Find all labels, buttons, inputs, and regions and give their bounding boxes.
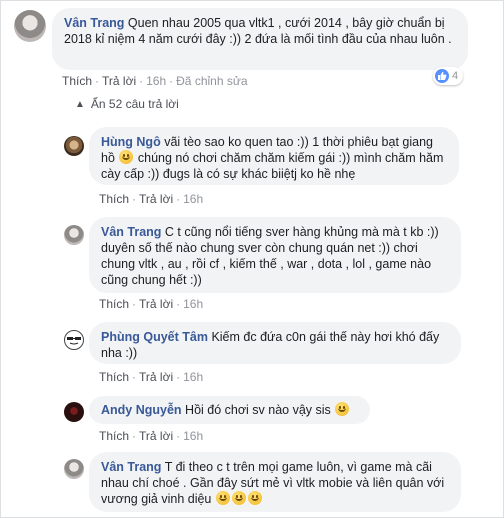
like-link[interactable]: Thích xyxy=(99,192,129,206)
reply-author[interactable]: Vân Trang xyxy=(101,225,161,239)
reply-bubble: Vân Trang C t cũng nổi tiếng sver hàng k… xyxy=(89,217,461,293)
smile-emoji-icon xyxy=(335,402,350,416)
reply-text-continued: chúng nó chơi chăm chăm kiếm gái :)) mìn… xyxy=(101,151,444,181)
reply-actions: Thích · Trả lời · 16h xyxy=(99,297,204,311)
avatar[interactable] xyxy=(64,225,84,245)
reply-bubble: Hùng Ngô vãi tèo sao ko quen tao :)) 1 t… xyxy=(89,127,459,185)
reaction-count[interactable]: 4 xyxy=(433,67,464,85)
reply-actions: Thích · Trả lời · 16h xyxy=(99,429,204,443)
hide-replies-toggle[interactable]: ▲ Ẩn 52 câu trả lời xyxy=(75,97,179,111)
smile-emoji-icon xyxy=(119,150,134,164)
like-link[interactable]: Thích xyxy=(62,74,92,88)
hide-replies-label: Ẩn 52 câu trả lời xyxy=(90,97,179,111)
reply-bubble: Vân Trang T đi theo c t trên mọi game lu… xyxy=(89,452,461,512)
avatar[interactable] xyxy=(64,459,84,479)
reply-author[interactable]: Hùng Ngô xyxy=(101,135,161,149)
reply-link[interactable]: Trả lời xyxy=(102,74,136,88)
reply-link[interactable]: Trả lời xyxy=(139,192,173,206)
laugh-emoji-icon xyxy=(247,491,262,505)
reply-author[interactable]: Vân Trang xyxy=(101,460,161,474)
reply-author[interactable]: Phùng Quyết Tâm xyxy=(101,330,208,344)
like-reaction-icon xyxy=(435,69,449,83)
avatar[interactable] xyxy=(64,402,84,422)
timestamp[interactable]: 16h xyxy=(183,297,203,311)
reply-bubble: Phùng Quyết Tâm Kiếm đc đứa c0n gái thế … xyxy=(89,322,461,364)
avatar[interactable] xyxy=(14,10,46,42)
like-link[interactable]: Thích xyxy=(99,429,129,443)
reply-bubble: Andy Nguyễn Hồi đó chơi sv nào vậy sis xyxy=(89,396,370,424)
edited-label[interactable]: Đã chỉnh sửa xyxy=(176,74,247,88)
reply-actions: Thích · Trả lời · 16h xyxy=(99,192,204,206)
laugh-emoji-icon xyxy=(215,491,230,505)
comment-author[interactable]: Vân Trang xyxy=(64,16,124,30)
comment-bubble: Vân Trang Quen nhau 2005 qua vltk1 , cướ… xyxy=(52,8,468,70)
avatar[interactable] xyxy=(64,330,84,350)
timestamp[interactable]: 16h xyxy=(183,429,203,443)
reply-link[interactable]: Trả lời xyxy=(139,429,173,443)
reply-actions: Thích · Trả lời · 16h xyxy=(99,370,204,384)
timestamp[interactable]: 16h xyxy=(146,74,166,88)
meme-face-icon xyxy=(67,337,81,345)
reply-text: Hồi đó chơi sv nào vậy sis xyxy=(185,403,331,417)
timestamp[interactable]: 16h xyxy=(183,192,203,206)
like-link[interactable]: Thích xyxy=(99,297,129,311)
comment-actions: Thích · Trả lời · 16h · Đã chỉnh sửa xyxy=(62,74,248,88)
timestamp[interactable]: 16h xyxy=(183,370,203,384)
reply-link[interactable]: Trả lời xyxy=(139,370,173,384)
reaction-count-value: 4 xyxy=(452,70,459,82)
avatar[interactable] xyxy=(64,136,84,156)
reply-link[interactable]: Trả lời xyxy=(139,297,173,311)
laugh-emoji-icon xyxy=(231,491,246,505)
reply-author[interactable]: Andy Nguyễn xyxy=(101,403,182,417)
like-link[interactable]: Thích xyxy=(99,370,129,384)
collapse-arrow-icon: ▲ xyxy=(75,98,85,110)
